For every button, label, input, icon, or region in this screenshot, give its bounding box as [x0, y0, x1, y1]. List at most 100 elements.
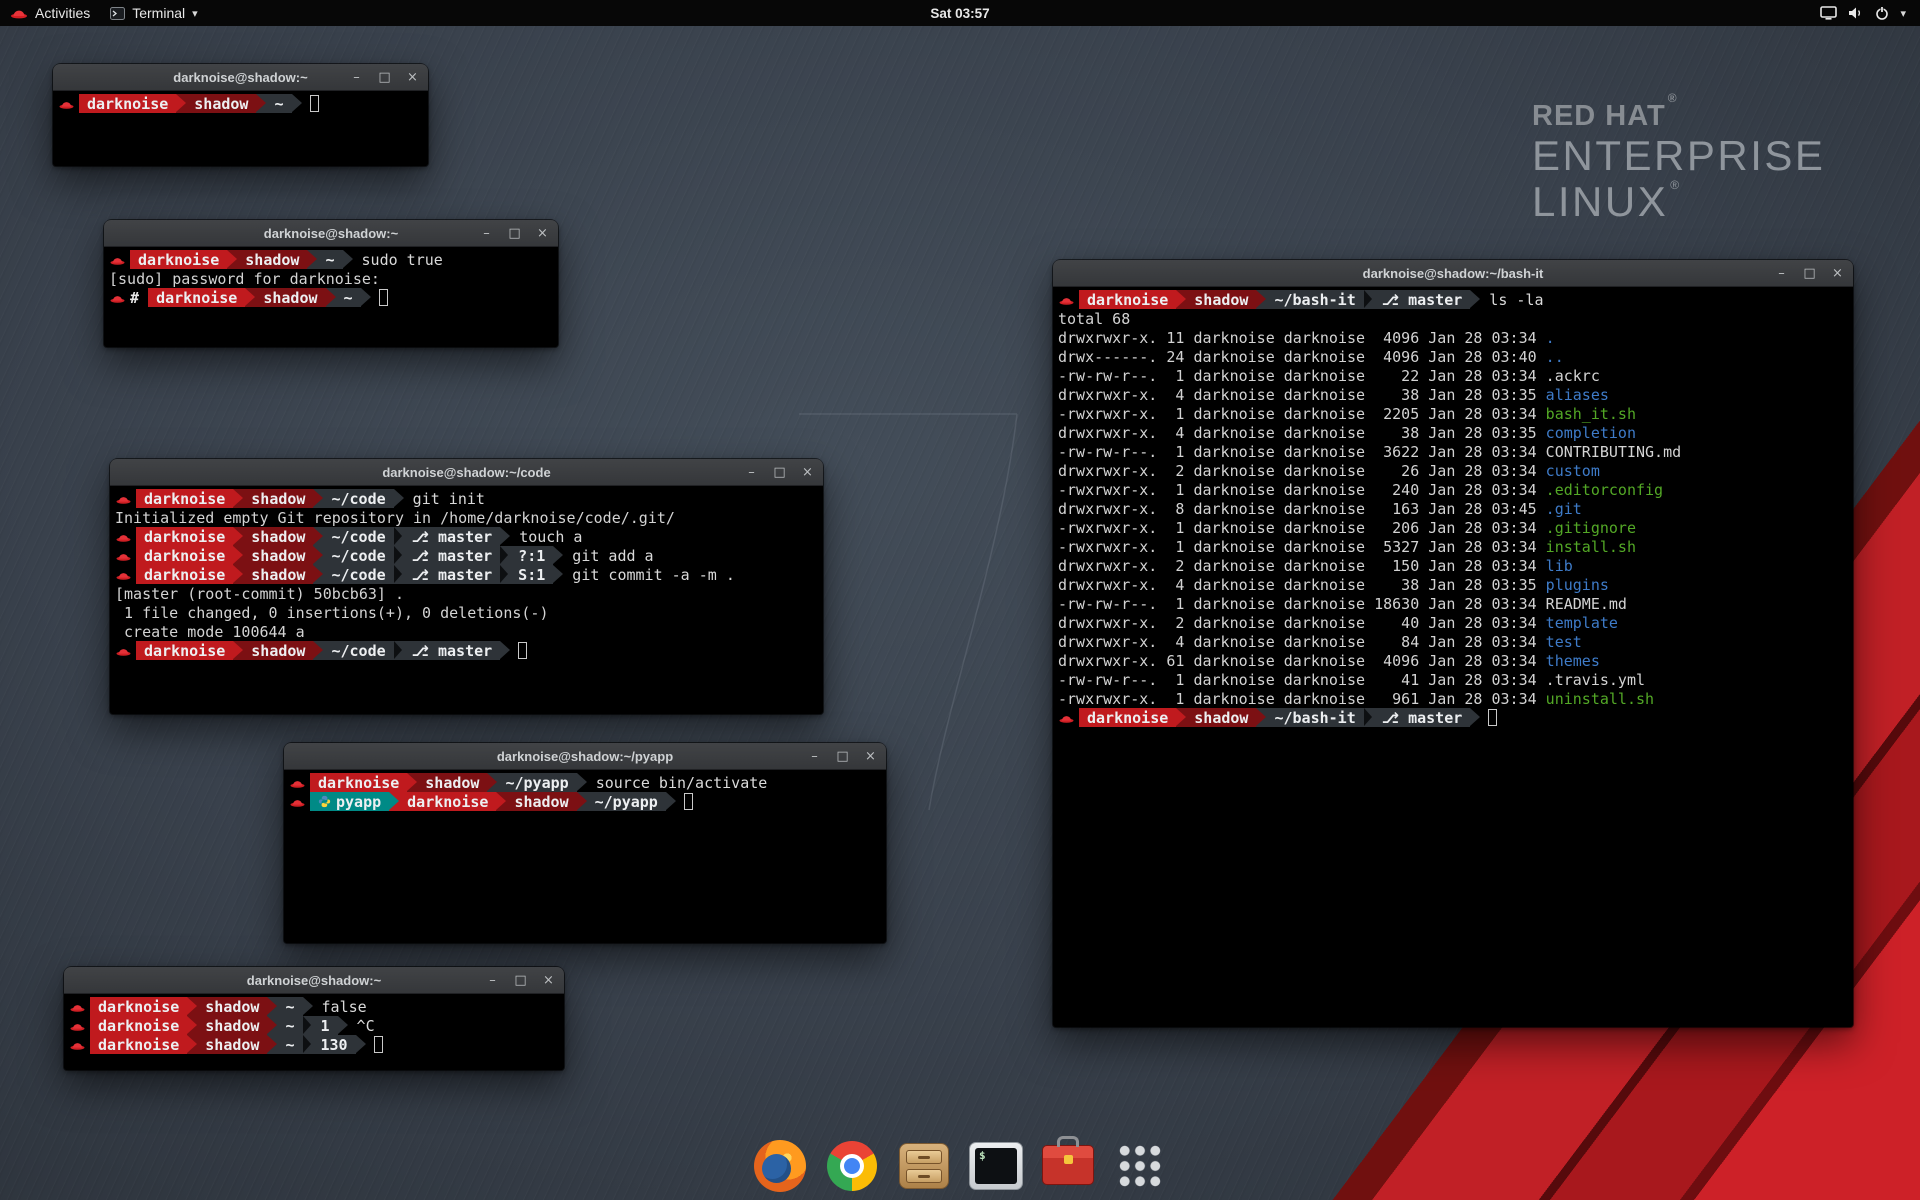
powerline-separator-icon	[307, 250, 317, 269]
redhat-icon	[70, 1040, 85, 1050]
file-name: uninstall.sh	[1546, 690, 1654, 708]
window-titlebar[interactable]: darknoise@shadow:~ – □ ×	[53, 64, 428, 91]
maximize-button[interactable]: □	[378, 71, 391, 84]
prompt-segment: ~/bash-it	[1266, 290, 1363, 309]
close-button[interactable]: ×	[542, 974, 555, 987]
terminal-line: -rw-rw-r--. 1 darknoise darknoise 18630 …	[1058, 594, 1848, 613]
terminal-output: drwxrwxr-x. 2 darknoise darknoise 26 Jan…	[1058, 462, 1546, 480]
terminal-line: drwxrwxr-x. 2 darknoise darknoise 40 Jan…	[1058, 613, 1848, 632]
maximize-button[interactable]: □	[773, 466, 786, 479]
redhat-icon	[59, 99, 74, 109]
minimize-button[interactable]: –	[745, 466, 758, 479]
terminal-content[interactable]: darknoiseshadow~/code git initInitialize…	[110, 486, 823, 714]
terminal-line: darknoiseshadow~	[58, 94, 423, 113]
maximize-button[interactable]: □	[836, 750, 849, 763]
dock-item-files[interactable]	[896, 1138, 952, 1194]
terminal-line: -rw-rw-r--. 1 darknoise darknoise 41 Jan…	[1058, 670, 1848, 689]
close-button[interactable]: ×	[536, 227, 549, 240]
prompt-segment: ⎇ master	[1374, 708, 1471, 727]
prompt-segment: ~/code	[323, 489, 393, 508]
terminal-cursor	[518, 642, 527, 659]
terminal-content[interactable]: darknoiseshadow~	[53, 91, 428, 166]
terminal-content[interactable]: darknoiseshadow~ falsedarknoiseshadow~1 …	[64, 994, 564, 1070]
window-titlebar[interactable]: darknoise@shadow:~/code – □ ×	[110, 459, 823, 486]
file-name: custom	[1546, 462, 1600, 480]
file-name: themes	[1546, 652, 1600, 670]
terminal-output: -rwxrwxr-x. 1 darknoise darknoise 206 Ja…	[1058, 519, 1546, 537]
dock-item-toolbox[interactable]	[1040, 1138, 1096, 1194]
window-titlebar[interactable]: darknoise@shadow:~ – □ ×	[64, 967, 564, 994]
prompt-segment: darknoise	[90, 997, 187, 1016]
powerline-separator-icon	[326, 288, 336, 307]
dock-item-terminal[interactable]	[968, 1138, 1024, 1194]
close-button[interactable]: ×	[1831, 267, 1844, 280]
redhat-icon	[70, 1002, 85, 1012]
file-name: README.md	[1546, 595, 1627, 613]
redhat-icon	[1059, 295, 1074, 305]
system-status-area[interactable]: ▾	[1810, 0, 1916, 26]
file-name: install.sh	[1546, 538, 1636, 556]
terminal-output: drwxrwxr-x. 61 darknoise darknoise 4096 …	[1058, 652, 1546, 670]
dock-item-firefox[interactable]	[752, 1138, 808, 1194]
terminal-content[interactable]: darknoiseshadow~ sudo true[sudo] passwor…	[104, 247, 558, 347]
prompt-segment: darknoise	[90, 1035, 187, 1054]
prompt-segment: ⎇ master	[1374, 290, 1471, 309]
powerline-separator-icon	[356, 1035, 366, 1054]
terminal-output: -rwxrwxr-x. 1 darknoise darknoise 2205 J…	[1058, 405, 1546, 423]
minimize-button[interactable]: –	[1775, 267, 1788, 280]
prompt-segment: darknoise	[90, 1016, 187, 1035]
maximize-button[interactable]: □	[514, 974, 527, 987]
terminal-window-sudo: darknoise@shadow:~ – □ × darknoiseshadow…	[104, 220, 558, 347]
window-controls: – □ ×	[745, 459, 814, 485]
powerline-separator-icon	[361, 288, 371, 307]
prompt-segment: pyapp	[310, 792, 389, 811]
dock-item-chrome[interactable]	[824, 1138, 880, 1194]
powerline-separator-icon	[394, 565, 404, 584]
app-menu-terminal[interactable]: Terminal ▾	[100, 0, 207, 26]
window-controls: – □ ×	[480, 220, 549, 246]
terminal-content[interactable]: darknoiseshadow~/bash-it⎇ master ls -lat…	[1053, 287, 1853, 1027]
prompt-segment: shadow	[237, 250, 307, 269]
redhat-icon	[1059, 713, 1074, 723]
maximize-button[interactable]: □	[1803, 267, 1816, 280]
terminal-line: create mode 100644 a	[115, 622, 818, 641]
window-title: darknoise@shadow:~	[173, 70, 307, 85]
prompt-segment: ~	[277, 1035, 302, 1054]
clock[interactable]: Sat 03:57	[930, 6, 989, 21]
dock-item-app-grid[interactable]	[1112, 1138, 1168, 1194]
terminal-line: darknoiseshadow~/bash-it⎇ master ls -la	[1058, 290, 1848, 309]
powerline-separator-icon	[227, 250, 237, 269]
powerline-separator-icon	[338, 1016, 348, 1035]
terminal-output: [master (root-commit) 50bcb63] .	[115, 585, 404, 603]
python-icon	[318, 795, 331, 808]
powerline-separator-icon	[500, 641, 510, 660]
window-titlebar[interactable]: darknoise@shadow:~/bash-it – □ ×	[1053, 260, 1853, 287]
brand-line-redhat: RED HAT®	[1532, 100, 1825, 133]
prompt-segment: ~/code	[323, 527, 393, 546]
prompt-segment: shadow	[197, 1016, 267, 1035]
minimize-button[interactable]: –	[808, 750, 821, 763]
minimize-button[interactable]: –	[350, 71, 363, 84]
powerline-separator-icon	[666, 792, 676, 811]
terminal-output: drwx------. 24 darknoise darknoise 4096 …	[1058, 348, 1546, 366]
desktop: RED HAT® ENTERPRISE LINUX® Activities Te…	[0, 0, 1920, 1200]
terminal-window-home-1: darknoise@shadow:~ – □ × darknoiseshadow…	[53, 64, 428, 166]
close-button[interactable]: ×	[801, 466, 814, 479]
brand-line-linux: LINUX®	[1532, 179, 1825, 225]
minimize-button[interactable]: –	[480, 227, 493, 240]
terminal-content[interactable]: darknoiseshadow~/pyapp source bin/activa…	[284, 770, 886, 943]
minimize-button[interactable]: –	[486, 974, 499, 987]
prompt-segment: ~/code	[323, 565, 393, 584]
close-button[interactable]: ×	[864, 750, 877, 763]
close-button[interactable]: ×	[406, 71, 419, 84]
prompt-segment: ~/code	[323, 546, 393, 565]
powerline-separator-icon	[267, 997, 277, 1016]
activities-button[interactable]: Activities	[0, 0, 100, 26]
maximize-button[interactable]: □	[508, 227, 521, 240]
terminal-line: darknoiseshadow~/code⎇ masterS:1 git com…	[115, 565, 818, 584]
window-titlebar[interactable]: darknoise@shadow:~/pyapp – □ ×	[284, 743, 886, 770]
terminal-output: drwxrwxr-x. 4 darknoise darknoise 38 Jan…	[1058, 424, 1546, 442]
terminal-line: -rw-rw-r--. 1 darknoise darknoise 3622 J…	[1058, 442, 1848, 461]
window-titlebar[interactable]: darknoise@shadow:~ – □ ×	[104, 220, 558, 247]
terminal-line: drwxrwxr-x. 4 darknoise darknoise 38 Jan…	[1058, 575, 1848, 594]
